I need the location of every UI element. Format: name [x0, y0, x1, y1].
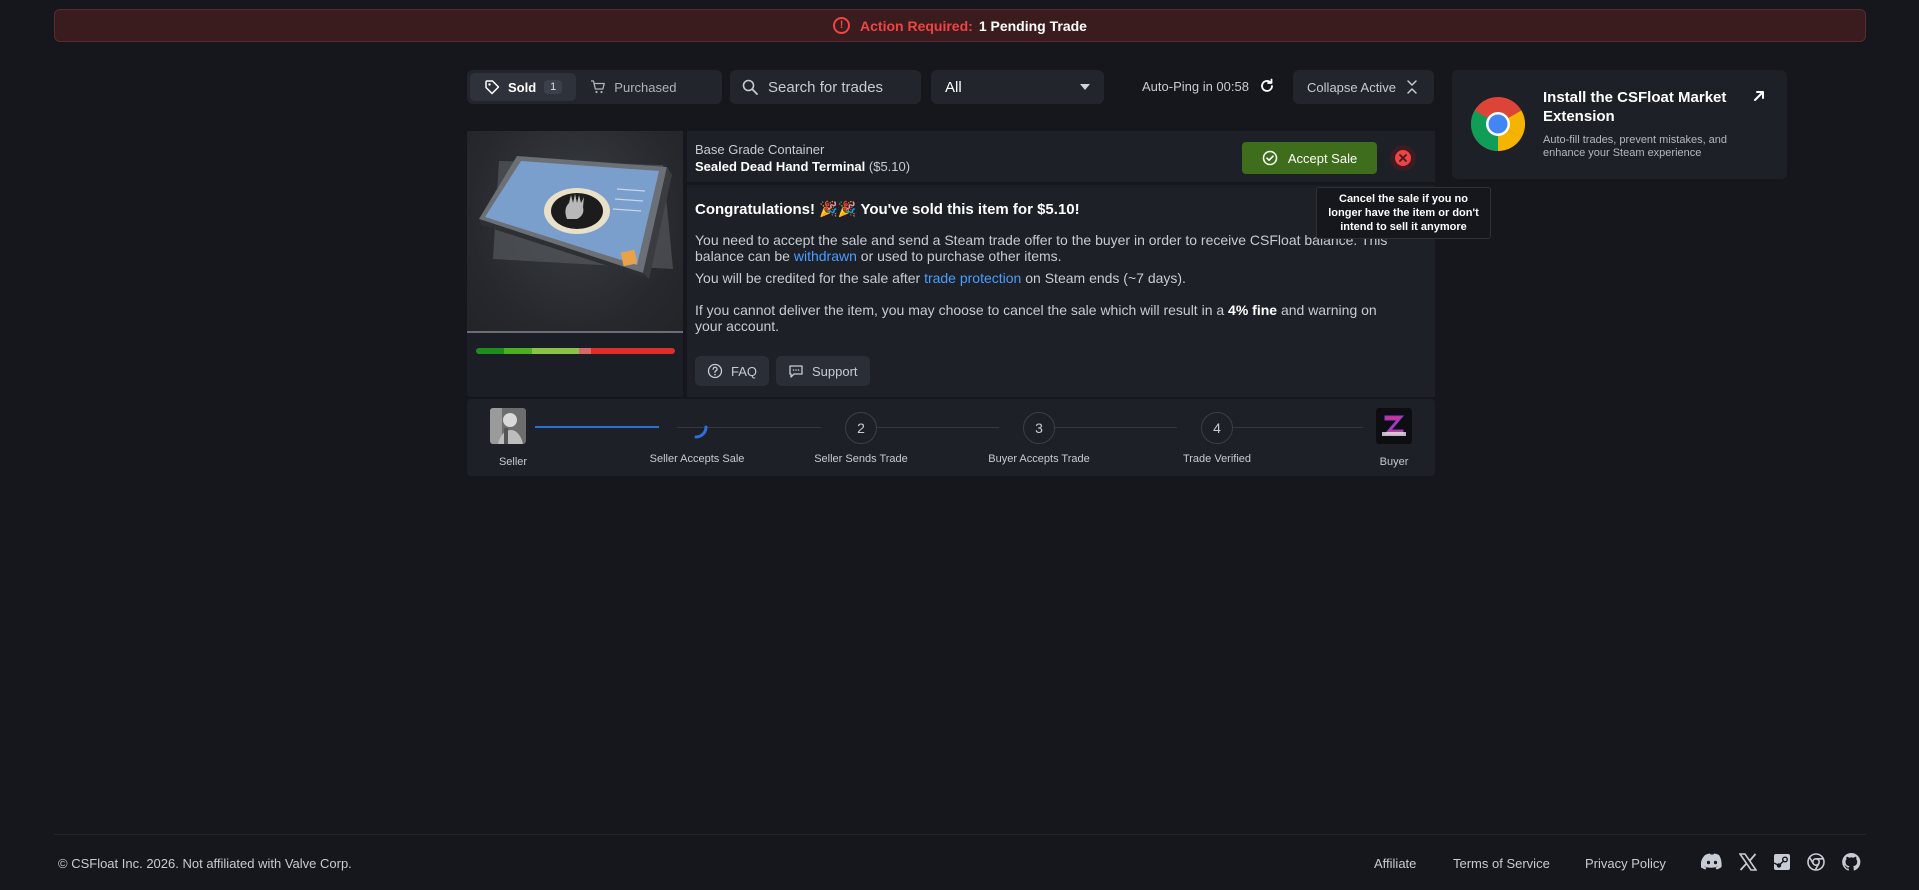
- tab-sold-label: Sold: [508, 79, 537, 95]
- trade-header: Base Grade Container Sealed Dead Hand Te…: [687, 131, 1435, 185]
- accept-instructions: You need to accept the sale and send a S…: [695, 232, 1407, 264]
- terms-of-service-link[interactable]: Terms of Service: [1453, 856, 1550, 871]
- step-label-1: Seller Accepts Sale: [649, 453, 745, 465]
- step-label-4: Trade Verified: [1182, 453, 1252, 465]
- progress-line: [1035, 427, 1177, 428]
- para2-text-a: You will be credited for the sale after: [695, 270, 921, 286]
- item-name-line: Sealed Dead Hand Terminal ($5.10): [695, 159, 910, 174]
- support-label: Support: [812, 363, 858, 379]
- para1-text-b: or used to purchase other items.: [860, 248, 1062, 264]
- party-emoji: 🎉🎉: [819, 201, 857, 218]
- extension-title: Install the CSFloat Market Extension: [1543, 89, 1727, 125]
- search-icon: [742, 79, 758, 95]
- collapse-active-button[interactable]: Collapse Active: [1293, 70, 1434, 104]
- action-required-banner[interactable]: ! Action Required: 1 Pending Trade: [54, 9, 1866, 42]
- seller-avatar[interactable]: [490, 408, 526, 444]
- banner-message: 1 Pending Trade: [978, 17, 1087, 34]
- item-category: Base Grade Container: [695, 142, 825, 157]
- auto-ping-text: Auto-Ping in 00:58: [1142, 78, 1249, 94]
- status-filter-select[interactable]: All: [931, 70, 1104, 104]
- discord-icon[interactable]: [1700, 850, 1724, 874]
- faq-button[interactable]: FAQ: [695, 356, 770, 386]
- loading-spinner-icon: [694, 425, 708, 439]
- chrome-icon[interactable]: [1804, 850, 1828, 874]
- alert-icon: !: [833, 17, 851, 34]
- external-link-icon: [1754, 91, 1764, 101]
- collapse-label: Collapse Active: [1307, 79, 1396, 95]
- congrats-suffix: !: [1074, 201, 1080, 218]
- step-circle-4: 4: [1201, 412, 1233, 444]
- chrome-logo: [1470, 97, 1526, 151]
- buyer-avatar[interactable]: [1376, 408, 1412, 444]
- buyer-avatar-image: [1376, 408, 1412, 444]
- step-circle-3: 3: [1023, 412, 1055, 444]
- congrats-text: You've sold this item for: [860, 201, 1033, 218]
- search-input[interactable]: [768, 78, 908, 96]
- extension-promo-card[interactable]: Install the CSFloat Market Extension Aut…: [1452, 70, 1787, 179]
- tab-sold[interactable]: Sold 1: [470, 73, 577, 101]
- close-circle-icon: [1395, 150, 1411, 166]
- faq-label: FAQ: [731, 363, 758, 379]
- search-box: [730, 70, 921, 104]
- para2-text-b: on Steam ends (~7 days).: [1025, 270, 1186, 286]
- trade-card: Base Grade Container Sealed Dead Hand Te…: [467, 131, 1435, 397]
- footer-divider: [54, 834, 1866, 835]
- item-name: Sealed Dead Hand Terminal: [695, 159, 866, 174]
- tab-purchased-label: Purchased: [614, 79, 677, 95]
- progress-line: [857, 427, 999, 428]
- steam-icon[interactable]: [1770, 850, 1794, 874]
- step-label-2: Seller Sends Trade: [814, 453, 908, 465]
- wear-bar: [476, 348, 675, 354]
- congrats-message: Congratulations! 🎉🎉 You've sold this ite…: [695, 200, 1080, 218]
- item-price: ($5.10): [868, 159, 911, 174]
- trade-protection-link[interactable]: trade protection: [924, 270, 1021, 286]
- sold-count-badge: 1: [544, 80, 563, 94]
- affiliate-link[interactable]: Affiliate: [1374, 856, 1416, 871]
- help-icon: [707, 363, 723, 379]
- auto-ping-status: Auto-Ping in 00:58: [1142, 78, 1275, 94]
- chevron-down-icon: [1080, 84, 1090, 90]
- extension-description: Auto-fill trades, prevent mistakes, and …: [1543, 134, 1728, 159]
- seller-label: Seller: [498, 456, 528, 468]
- tab-purchased[interactable]: Purchased: [576, 73, 690, 101]
- item-image: [467, 131, 683, 333]
- step-circle-2: 2: [845, 412, 877, 444]
- refresh-icon[interactable]: [1259, 78, 1275, 94]
- chat-icon: [789, 365, 803, 378]
- banner-label: Action Required:: [860, 17, 973, 34]
- cancel-sale-button[interactable]: [1390, 145, 1416, 171]
- seller-avatar-image: [490, 408, 526, 444]
- github-icon[interactable]: [1839, 850, 1863, 874]
- cancel-sale-tooltip: Cancel the sale if you no longer have th…: [1316, 187, 1491, 239]
- status-filter-value: All: [945, 78, 962, 96]
- sale-amount: $5.10: [1037, 201, 1075, 218]
- support-button[interactable]: Support: [776, 356, 870, 386]
- check-circle-icon: [1262, 150, 1278, 166]
- accept-sale-button[interactable]: Accept Sale: [1242, 142, 1377, 174]
- fine-amount: 4% fine: [1228, 302, 1278, 318]
- progress-line-complete: [535, 426, 659, 428]
- withdrawn-link[interactable]: withdrawn: [794, 248, 857, 264]
- privacy-policy-link[interactable]: Privacy Policy: [1585, 856, 1666, 871]
- credit-info: You will be credited for the sale after …: [695, 270, 1407, 286]
- congrats-prefix: Congratulations!: [695, 201, 815, 218]
- container-illustration: [479, 156, 673, 279]
- para3-text-a: If you cannot deliver the item, you may …: [695, 302, 1225, 318]
- trade-type-tabs: Sold 1 Purchased: [467, 70, 722, 104]
- progress-line: [1213, 427, 1363, 428]
- buyer-label: Buyer: [1379, 456, 1409, 468]
- trade-progress-tracker: Seller Seller Accepts Sale 2 Seller Send…: [467, 399, 1435, 476]
- x-icon[interactable]: [1736, 850, 1760, 874]
- footer-copyright: © CSFloat Inc. 2026. Not affiliated with…: [58, 856, 352, 871]
- tag-icon: [485, 80, 500, 95]
- accept-sale-label: Accept Sale: [1287, 150, 1358, 166]
- cancel-warning: If you cannot deliver the item, you may …: [695, 302, 1407, 334]
- collapse-icon: [1407, 80, 1417, 94]
- cart-icon: [591, 80, 606, 94]
- step-label-3: Buyer Accepts Trade: [988, 453, 1090, 465]
